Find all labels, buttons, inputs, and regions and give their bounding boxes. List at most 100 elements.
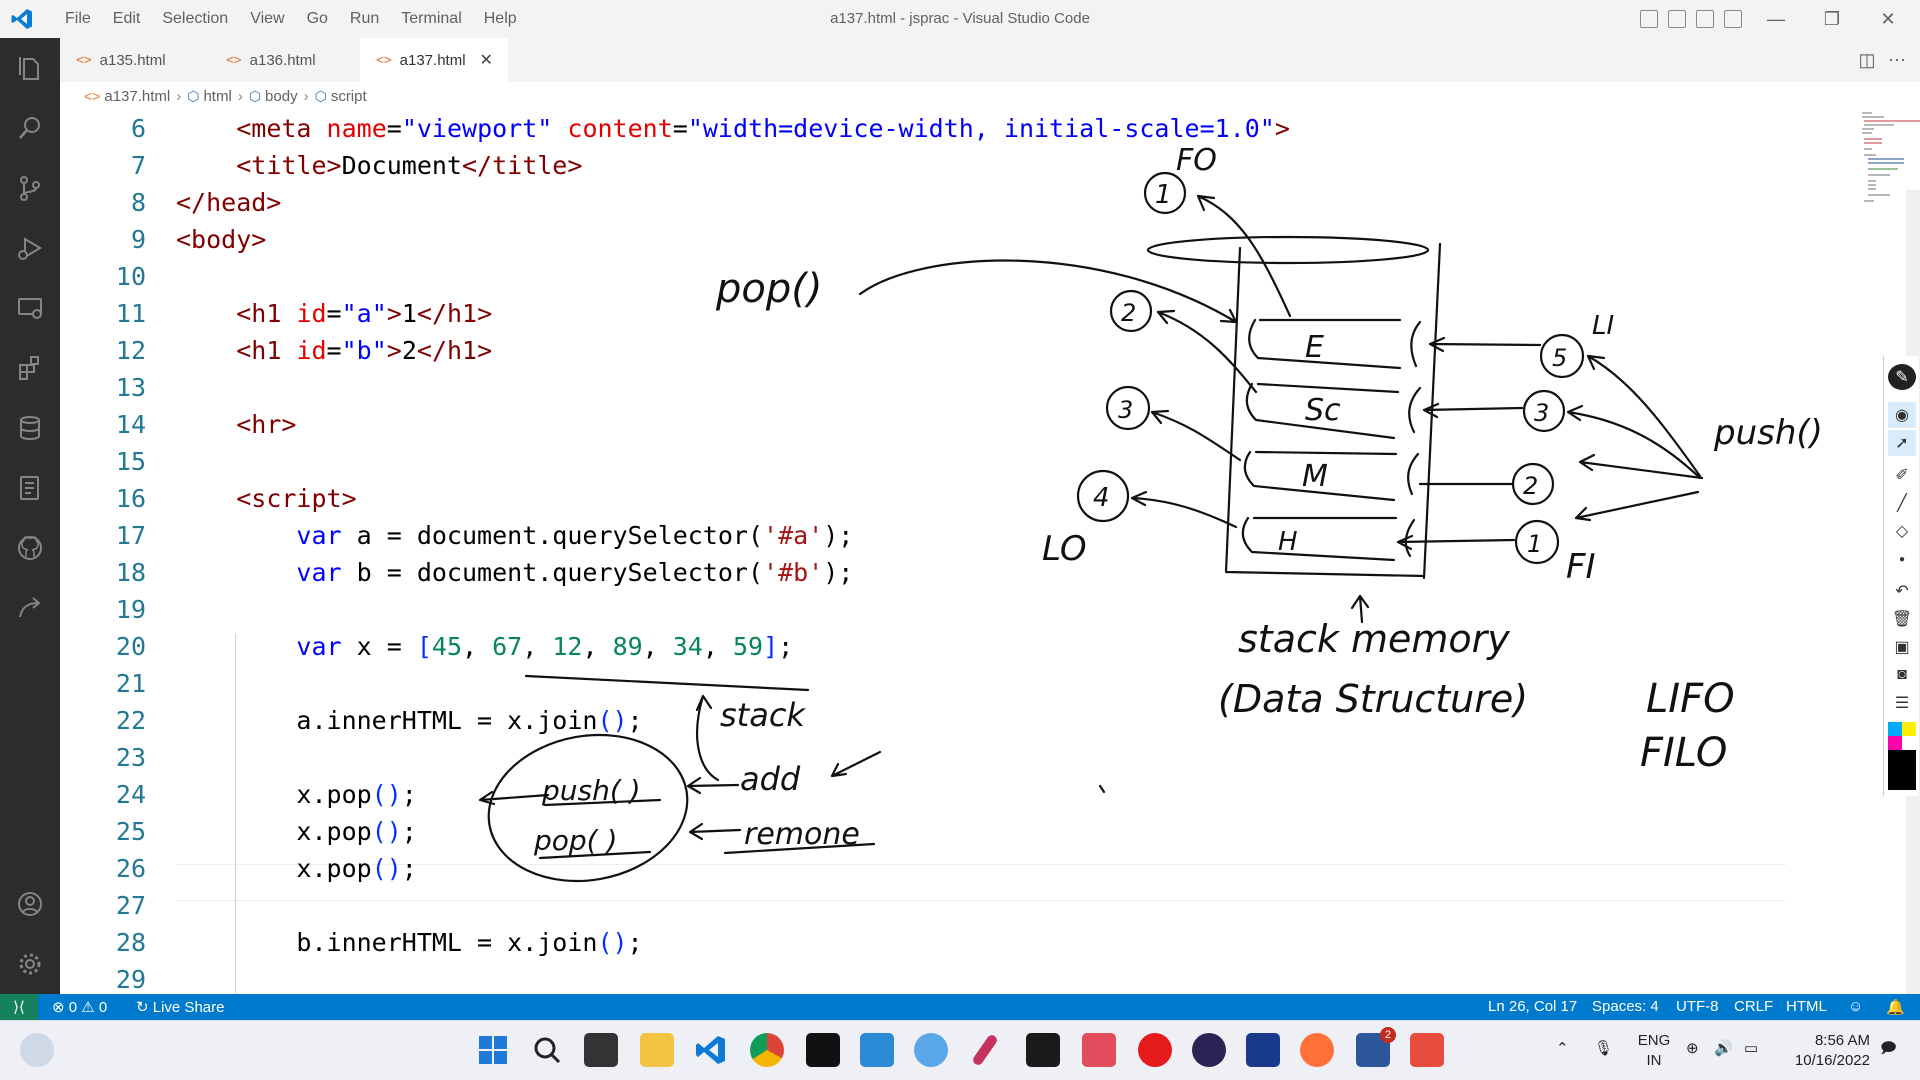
windows-start-icon[interactable]	[476, 1033, 510, 1067]
undo-icon[interactable]: ↶	[1888, 578, 1916, 604]
input-language[interactable]: ENG IN	[1634, 1031, 1674, 1071]
extensions-icon[interactable]	[0, 338, 60, 398]
live-share-icon[interactable]	[0, 578, 60, 638]
feedback-icon[interactable]: ☺	[1848, 998, 1863, 1015]
terminal-icon[interactable]	[806, 1033, 840, 1067]
toggle-secondary-sidebar-icon[interactable]	[1696, 10, 1714, 28]
code-line[interactable]	[176, 739, 1290, 776]
code-line[interactable]	[176, 591, 1290, 628]
color-swatch-magenta[interactable]	[1888, 736, 1902, 750]
menu-edit[interactable]: Edit	[102, 10, 152, 28]
eraser-icon[interactable]: ◇	[1888, 518, 1916, 544]
code-line[interactable]: <meta name="viewport" content="width=dev…	[176, 110, 1290, 147]
code-line[interactable]	[176, 443, 1290, 480]
code-editor[interactable]: 6 7 8 9 10 11 12 13 14 15 16 17 18 19 20…	[60, 110, 1920, 994]
close-tab-icon[interactable]: ✕	[480, 50, 493, 70]
marker-icon[interactable]: ╱	[1888, 490, 1916, 516]
code-line[interactable]: </head>	[176, 184, 1290, 221]
code-line[interactable]: a.innerHTML = x.join();	[176, 702, 1290, 739]
volume-icon[interactable]: 🔊	[1714, 1039, 1733, 1059]
microphone-icon[interactable]: 🎙	[1594, 1039, 1613, 1059]
highlighter-icon[interactable]: ✐	[1888, 462, 1916, 488]
notepad-icon[interactable]	[860, 1033, 894, 1067]
menu-selection[interactable]: Selection	[151, 10, 239, 28]
settings-gear-icon[interactable]	[0, 934, 60, 994]
explorer-icon[interactable]	[0, 38, 60, 98]
cursor-position[interactable]: Ln 26, Col 17	[1488, 998, 1577, 1015]
show-hidden-icons-chevron-icon[interactable]: ⌃	[1556, 1039, 1569, 1059]
toggle-panel-icon[interactable]	[1668, 10, 1686, 28]
color-swatch-black[interactable]	[1888, 750, 1916, 790]
menu-terminal[interactable]: Terminal	[390, 10, 472, 28]
split-editor-icon[interactable]: ◫	[1852, 41, 1882, 79]
tab-a135[interactable]: <> a135.html	[60, 38, 210, 82]
search-taskbar-icon[interactable]	[530, 1033, 564, 1067]
search-icon[interactable]	[0, 98, 60, 158]
minimize-icon[interactable]: —	[1752, 0, 1800, 38]
menu-file[interactable]: File	[54, 10, 102, 28]
eclipse-icon[interactable]	[1192, 1033, 1226, 1067]
run-debug-icon[interactable]	[0, 218, 60, 278]
mysql-icon[interactable]	[1026, 1033, 1060, 1067]
remote-explorer-icon[interactable]	[0, 278, 60, 338]
paint-icon[interactable]	[914, 1033, 948, 1067]
clock[interactable]: 8:56 AM 10/16/2022	[1780, 1031, 1870, 1071]
toggle-primary-sidebar-icon[interactable]	[1640, 10, 1658, 28]
code-line[interactable]: var a = document.querySelector('#a');	[176, 517, 1290, 554]
code-line[interactable]: var x = [45, 67, 12, 89, 34, 59];	[176, 628, 1290, 665]
word-icon[interactable]: 2	[1356, 1027, 1396, 1067]
eraser-app-icon[interactable]	[1082, 1033, 1116, 1067]
encoding[interactable]: UTF-8	[1676, 998, 1719, 1015]
file-explorer-icon[interactable]	[640, 1033, 674, 1067]
code-line[interactable]	[176, 369, 1290, 406]
code-line[interactable]: <body>	[176, 221, 1290, 258]
opera-icon[interactable]	[1138, 1033, 1172, 1067]
accounts-icon[interactable]	[0, 874, 60, 934]
trash-icon[interactable]: 🗑	[1888, 606, 1916, 632]
language-mode[interactable]: HTML	[1786, 998, 1827, 1015]
restore-icon[interactable]: ❐	[1808, 0, 1856, 38]
clipboard-icon[interactable]: ☰	[1888, 690, 1916, 716]
code-line[interactable]: x.pop();	[176, 813, 1290, 850]
code-line[interactable]: <script>	[176, 480, 1290, 517]
indentation[interactable]: Spaces: 4	[1592, 998, 1659, 1015]
source-control-icon[interactable]	[0, 158, 60, 218]
battery-icon[interactable]: ▭	[1744, 1039, 1758, 1059]
pen-icon[interactable]: ✎	[1888, 364, 1916, 390]
weather-widget-icon[interactable]	[20, 1033, 54, 1067]
code-line[interactable]: <h1 id="a">1</h1>	[176, 295, 1290, 332]
code-line[interactable]	[176, 665, 1290, 702]
dot-icon[interactable]: ●	[1888, 546, 1916, 572]
breadcrumb-body[interactable]: body	[265, 88, 298, 105]
close-window-icon[interactable]: ✕	[1864, 0, 1912, 38]
code-line[interactable]	[176, 887, 1290, 924]
more-actions-icon[interactable]: ⋯	[1882, 41, 1912, 79]
code-line[interactable]: b.innerHTML = x.join();	[176, 924, 1290, 961]
task-view-icon[interactable]	[584, 1033, 618, 1067]
network-icon[interactable]: ⊕	[1686, 1039, 1699, 1059]
database-icon[interactable]	[0, 398, 60, 458]
menu-run[interactable]: Run	[339, 10, 390, 28]
red-app-icon[interactable]	[1410, 1033, 1444, 1067]
camera-icon[interactable]: ◙	[1888, 662, 1916, 688]
menu-view[interactable]: View	[239, 10, 295, 28]
color-swatch-cyan[interactable]	[1888, 722, 1902, 736]
code-line[interactable]: <hr>	[176, 406, 1290, 443]
customize-layout-icon[interactable]	[1724, 10, 1742, 28]
notification-center-icon[interactable]: 🗩	[1880, 1039, 1897, 1059]
code-line[interactable]	[176, 258, 1290, 295]
code-line[interactable]: <h1 id="b">2</h1>	[176, 332, 1290, 369]
color-swatch-yellow[interactable]	[1902, 722, 1916, 736]
eye-icon[interactable]: ◉	[1888, 402, 1916, 428]
vscode-taskbar-icon[interactable]	[694, 1033, 728, 1067]
chrome-icon[interactable]	[750, 1033, 784, 1067]
cursor-icon[interactable]: ➚	[1888, 430, 1916, 456]
remote-indicator-icon[interactable]: ⟩⟨	[0, 994, 38, 1020]
code-lines[interactable]: <meta name="viewport" content="width=dev…	[176, 110, 1290, 994]
app-icon[interactable]	[1246, 1033, 1280, 1067]
code-line[interactable]: var b = document.querySelector('#b');	[176, 554, 1290, 591]
github-icon[interactable]	[0, 518, 60, 578]
code-line[interactable]: x.pop();	[176, 776, 1290, 813]
notifications-bell-icon[interactable]: 🔔	[1886, 998, 1905, 1016]
pen-tool-icon[interactable]	[971, 1033, 999, 1067]
